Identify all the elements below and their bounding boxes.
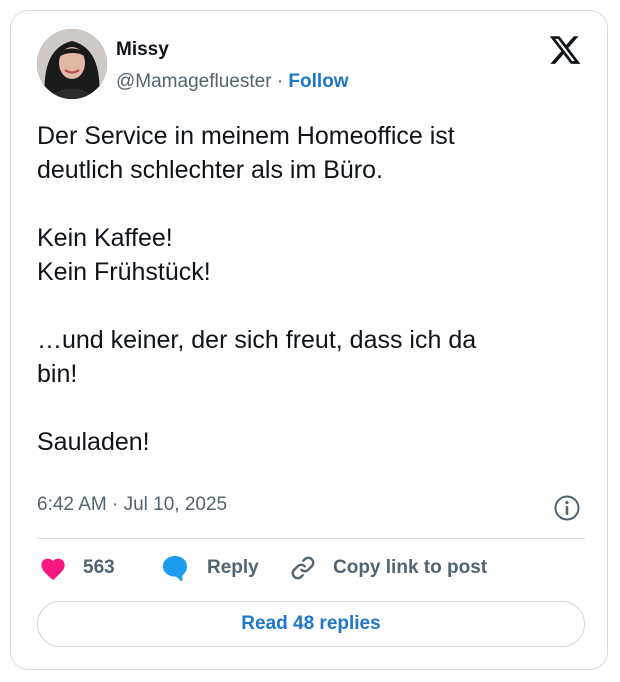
divider — [37, 538, 585, 539]
post-text: Der Service in meinem Homeoffice ist deu… — [37, 119, 582, 459]
x-logo-icon[interactable] — [548, 33, 582, 67]
post-line: Sauladen! — [37, 428, 150, 456]
post-line: bin! — [37, 360, 78, 388]
info-icon[interactable] — [553, 494, 581, 522]
like-count: 563 — [83, 557, 115, 578]
post-line: Der Service in meinem Homeoffice ist — [37, 122, 455, 150]
copy-link-label: Copy link to post — [333, 557, 488, 578]
post-line: …und keiner, der sich freut, dass ich da — [37, 326, 477, 354]
author-handle-row: @Mamagefluester · Follow — [116, 71, 349, 93]
follow-button[interactable]: Follow — [288, 71, 348, 92]
post-card: Missy @Mamagefluester · Follow Der Servi… — [10, 10, 608, 670]
read-replies-button[interactable]: Read 48 replies — [37, 601, 585, 647]
post-line: Kein Kaffee! — [37, 224, 173, 252]
read-replies-label: Read 48 replies — [241, 613, 381, 634]
author-display-name[interactable]: Missy — [116, 39, 169, 61]
author-handle[interactable]: @Mamagefluester — [116, 71, 272, 92]
speech-bubble-icon — [161, 554, 189, 582]
like-button[interactable]: 563 — [39, 552, 115, 584]
post-line: Kein Frühstück! — [37, 258, 211, 286]
link-icon — [289, 554, 317, 582]
copy-link-button[interactable]: Copy link to post — [289, 552, 487, 584]
reply-label: Reply — [207, 557, 259, 578]
post-line: deutlich schlechter als im Büro. — [37, 156, 383, 184]
post-timestamp[interactable]: 6:42 AM · Jul 10, 2025 — [37, 494, 227, 516]
heart-icon — [39, 555, 67, 581]
separator-dot: · — [276, 71, 284, 92]
avatar[interactable] — [37, 29, 107, 99]
reply-button[interactable]: Reply — [161, 552, 259, 584]
